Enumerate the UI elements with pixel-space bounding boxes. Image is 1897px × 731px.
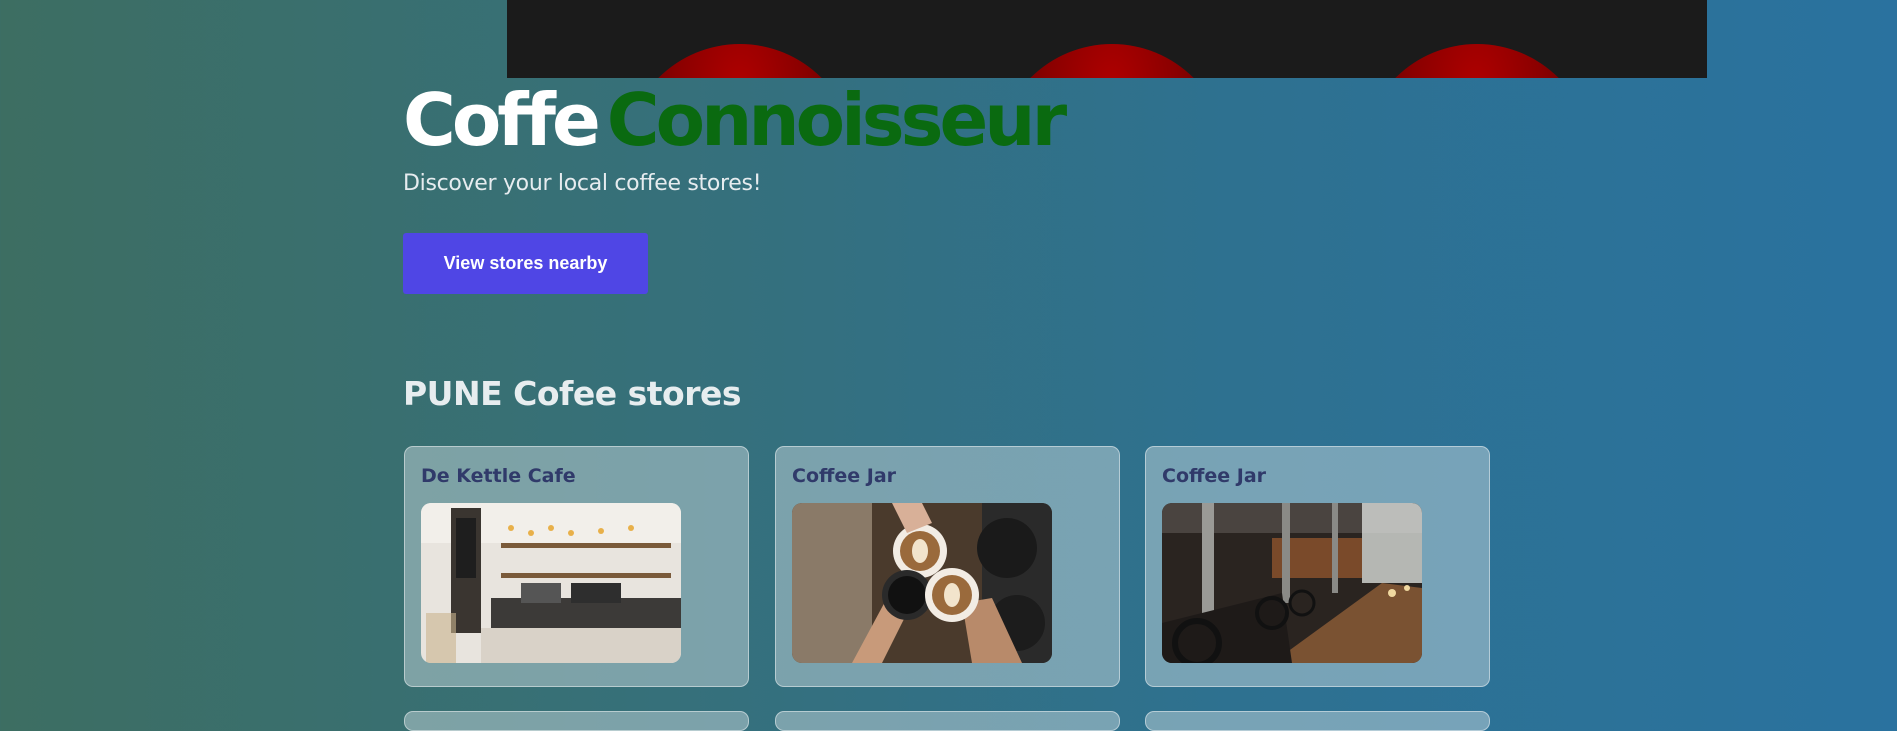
store-card[interactable]: Coffee Jar: [1145, 446, 1490, 687]
store-card[interactable]: Coffee Jar: [775, 446, 1120, 687]
title-part-2: Connoisseur: [606, 78, 1067, 162]
store-card[interactable]: [775, 711, 1120, 731]
hero-dome-shape: [997, 44, 1227, 78]
hero-dome-shape: [625, 44, 855, 78]
page-title: Coffe Connoisseur: [403, 78, 1067, 162]
store-card[interactable]: [1145, 711, 1490, 731]
store-card-image: [1162, 503, 1422, 663]
store-card[interactable]: De Kettle Cafe: [404, 446, 749, 687]
store-card-title: Coffee Jar: [1162, 465, 1267, 487]
title-part-1: Coffe: [403, 78, 601, 162]
store-card-title: De Kettle Cafe: [421, 465, 576, 487]
store-card[interactable]: [404, 711, 749, 731]
section-heading: PUNE Cofee stores: [403, 374, 742, 413]
store-card-title: Coffee Jar: [792, 465, 897, 487]
view-stores-nearby-button[interactable]: View stores nearby: [403, 233, 648, 294]
store-card-image: [421, 503, 681, 663]
hero-dome-shape: [1362, 44, 1592, 78]
hero-subtitle: Discover your local coffee stores!: [403, 171, 762, 196]
store-card-image: [792, 503, 1052, 663]
hero-banner-image: [507, 0, 1707, 78]
